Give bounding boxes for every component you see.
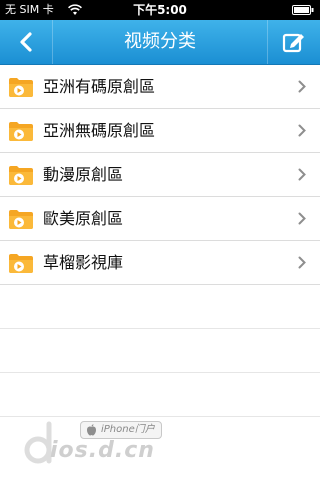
watermark-badge: iPhone门户 — [80, 421, 162, 439]
video-folder-icon — [9, 210, 33, 229]
battery-icon — [292, 5, 314, 15]
back-button[interactable] — [0, 20, 53, 64]
video-folder-icon — [9, 166, 33, 185]
apple-icon — [87, 424, 96, 436]
chevron-right-icon — [298, 256, 306, 269]
chevron-right-icon — [298, 124, 306, 137]
watermark-site: ios.d.cn — [50, 438, 155, 463]
edit-icon — [282, 33, 304, 53]
watermark-badge-label: iPhone门户 — [101, 424, 155, 435]
list-item[interactable]: 亞洲有碼原創區 — [0, 65, 320, 109]
chevron-right-icon — [298, 168, 306, 181]
list-item-label: 亞洲無碼原創區 — [43, 121, 156, 140]
list-item[interactable]: 亞洲無碼原創區 — [0, 109, 320, 153]
status-time: 下午5:00 — [133, 3, 187, 17]
navigation-bar: 视频分类 — [0, 20, 320, 65]
video-folder-icon — [9, 78, 33, 97]
empty-row — [0, 329, 320, 373]
list-item[interactable]: 動漫原創區 — [0, 153, 320, 197]
list-item-label: 草榴影視庫 — [43, 253, 124, 272]
empty-row — [0, 285, 320, 329]
status-bar: 无 SIM 卡 下午5:00 — [0, 0, 320, 20]
empty-row — [0, 373, 320, 417]
list-item-label: 動漫原創區 — [43, 165, 124, 184]
edit-button[interactable] — [267, 20, 320, 64]
video-folder-icon — [9, 254, 33, 273]
list-item[interactable]: 草榴影視庫 — [0, 241, 320, 285]
list-item[interactable]: 歐美原創區 — [0, 197, 320, 241]
video-folder-icon — [9, 122, 33, 141]
page-title: 视频分类 — [124, 31, 196, 52]
list-item-label: 亞洲有碼原創區 — [43, 77, 156, 96]
chevron-left-icon — [20, 32, 32, 52]
chevron-right-icon — [298, 80, 306, 93]
chevron-right-icon — [298, 212, 306, 225]
list-item-label: 歐美原創區 — [43, 209, 124, 228]
